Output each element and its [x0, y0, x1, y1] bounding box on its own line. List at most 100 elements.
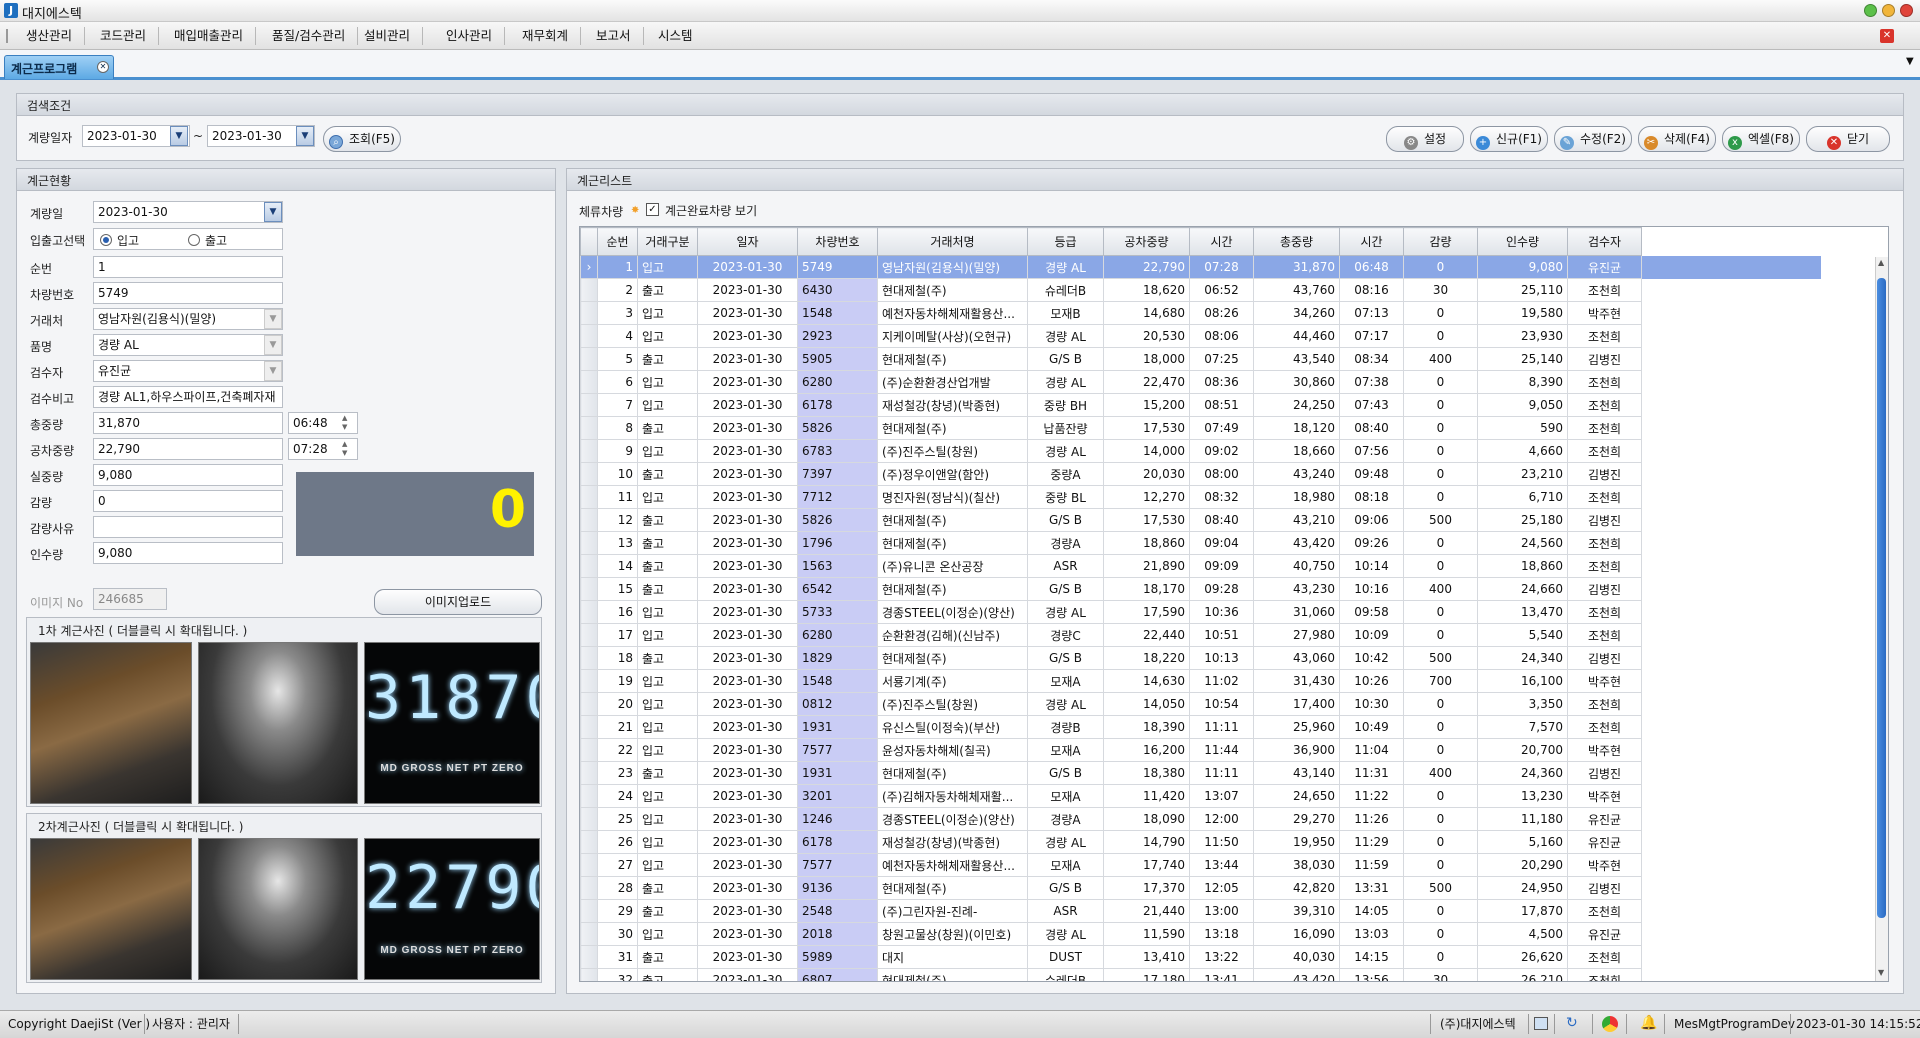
item-field[interactable]: 경량 AL [93, 334, 283, 356]
cell-seq[interactable]: 8 [597, 416, 638, 440]
cell-deduct[interactable]: 0 [1403, 899, 1478, 923]
cell-type[interactable]: 입고 [637, 393, 698, 417]
cell-tare-time[interactable]: 10:54 [1189, 692, 1254, 716]
cell-type[interactable]: 입고 [637, 439, 698, 463]
cell-seq[interactable]: 5 [597, 347, 638, 371]
cell-vehicle[interactable]: 6807 [797, 968, 878, 981]
cell-gross-time[interactable]: 09:26 [1339, 531, 1404, 555]
cell-date[interactable]: 2023-01-30 [697, 393, 798, 417]
cell-gross[interactable]: 43,140 [1253, 761, 1340, 785]
cell-seq[interactable]: 11 [597, 485, 638, 509]
col-header-type[interactable]: 거래구분 [637, 227, 698, 256]
row-header[interactable] [580, 738, 598, 762]
cell-inspector[interactable]: 김병진 [1567, 508, 1642, 532]
cell-tare-time[interactable]: 09:28 [1189, 577, 1254, 601]
cell-inspector[interactable]: 김병진 [1567, 462, 1642, 486]
table-row[interactable]: 27 입고 2023-01-30 7577 예천자동차해체재활용산... 모재A 17,74… [580, 853, 1822, 877]
cell-inspector[interactable]: 김병진 [1567, 577, 1642, 601]
table-row[interactable]: 8 출고 2023-01-30 5826 현대제철(주) 납품잔량 17,530 07:49 1… [580, 416, 1822, 440]
cell-accept[interactable]: 23,930 [1477, 324, 1568, 348]
browser-icon[interactable] [1602, 1016, 1618, 1032]
cell-grade[interactable]: 중량 BL [1027, 485, 1104, 509]
cell-seq[interactable]: 6 [597, 370, 638, 394]
cell-vehicle[interactable]: 1246 [797, 807, 878, 831]
cell-inspector[interactable]: 조천희 [1567, 623, 1642, 647]
table-row[interactable]: 16 입고 2023-01-30 5733 경종STEEL(이정순)(양산) 경량 AL 1… [580, 600, 1822, 624]
cell-vehicle[interactable]: 1931 [797, 761, 878, 785]
cell-tare-time[interactable]: 11:11 [1189, 761, 1254, 785]
cell-deduct[interactable]: 0 [1403, 715, 1478, 739]
cell-date[interactable]: 2023-01-30 [697, 462, 798, 486]
cell-vehicle[interactable]: 5733 [797, 600, 878, 624]
cell-seq[interactable]: 9 [597, 439, 638, 463]
cell-deduct[interactable]: 500 [1403, 646, 1478, 670]
cell-inspector[interactable]: 조천희 [1567, 324, 1642, 348]
cell-inspector[interactable]: 김병진 [1567, 876, 1642, 900]
cell-accept[interactable]: 13,230 [1477, 784, 1568, 808]
table-row[interactable]: 6 입고 2023-01-30 6280 (주)순환환경산업개발 경량 AL 22,470 0… [580, 370, 1822, 394]
cell-deduct[interactable]: 30 [1403, 968, 1478, 981]
cell-gross-time[interactable]: 13:56 [1339, 968, 1404, 981]
cell-seq[interactable]: 30 [597, 922, 638, 946]
cell-gross[interactable]: 43,420 [1253, 968, 1340, 981]
col-header-gross[interactable]: 총중량 [1253, 227, 1340, 256]
cell-inspector[interactable]: 박주현 [1567, 853, 1642, 877]
cell-deduct[interactable]: 0 [1403, 485, 1478, 509]
cell-grade[interactable]: G/S B [1027, 646, 1104, 670]
cell-inspector[interactable]: 조천희 [1567, 945, 1642, 969]
cell-accept[interactable]: 24,360 [1477, 761, 1568, 785]
cell-type[interactable]: 출고 [637, 462, 698, 486]
cell-tare[interactable]: 17,370 [1103, 876, 1190, 900]
cell-vehicle[interactable]: 5826 [797, 508, 878, 532]
cell-date[interactable]: 2023-01-30 [697, 577, 798, 601]
cell-seq[interactable]: 10 [597, 462, 638, 486]
col-header-grade[interactable]: 등급 [1027, 227, 1104, 256]
cell-gross-time[interactable]: 08:18 [1339, 485, 1404, 509]
cell-deduct[interactable]: 0 [1403, 600, 1478, 624]
cell-deduct[interactable]: 0 [1403, 853, 1478, 877]
cell-type[interactable]: 입고 [637, 623, 698, 647]
menu-item-hr[interactable]: 인사관리 [434, 27, 506, 45]
cell-date[interactable]: 2023-01-30 [697, 945, 798, 969]
gross-time-spinner-icon[interactable]: ▲ ▼ [342, 414, 347, 432]
table-row[interactable]: 13 출고 2023-01-30 1796 현대제철(주) 경량A 18,860 09:04 4… [580, 531, 1822, 555]
cell-partner[interactable]: 영남자원(김용식)(밀양) [877, 255, 1028, 279]
cell-tare-time[interactable]: 06:52 [1189, 278, 1254, 302]
cell-grade[interactable]: G/S B [1027, 876, 1104, 900]
cell-inspector[interactable]: 김병진 [1567, 761, 1642, 785]
item-dropdown-icon[interactable]: ▼ [264, 335, 282, 355]
cell-tare[interactable]: 22,470 [1103, 370, 1190, 394]
cell-tare[interactable]: 11,420 [1103, 784, 1190, 808]
row-header[interactable] [580, 715, 598, 739]
cell-deduct[interactable]: 0 [1403, 945, 1478, 969]
cell-grade[interactable]: 경량C [1027, 623, 1104, 647]
cell-seq[interactable]: 7 [597, 393, 638, 417]
cell-seq[interactable]: 21 [597, 715, 638, 739]
row-header[interactable] [580, 577, 598, 601]
cell-inspector[interactable]: 유진균 [1567, 255, 1642, 279]
menu-item-finance[interactable]: 재무회계 [510, 27, 582, 45]
cell-tare[interactable]: 14,000 [1103, 439, 1190, 463]
cell-grade[interactable]: 경량 AL [1027, 439, 1104, 463]
cell-partner[interactable]: 경종STEEL(이정순)(양산) [877, 807, 1028, 831]
table-row[interactable]: 9 입고 2023-01-30 6783 (주)진주스틸(창원) 경량 AL 14,000 0… [580, 439, 1822, 463]
cell-gross-time[interactable]: 10:49 [1339, 715, 1404, 739]
cell-tare-time[interactable]: 07:49 [1189, 416, 1254, 440]
cell-grade[interactable]: 경량 AL [1027, 255, 1104, 279]
cell-partner[interactable]: (주)유니콘 온산공장 [877, 554, 1028, 578]
row-header[interactable] [580, 324, 598, 348]
cell-tare[interactable]: 13,410 [1103, 945, 1190, 969]
table-row[interactable]: 10 출고 2023-01-30 7397 (주)정우이앤알(함안) 중량A 20,030 0… [580, 462, 1822, 486]
cell-gross-time[interactable]: 10:30 [1339, 692, 1404, 716]
cell-tare-time[interactable]: 12:00 [1189, 807, 1254, 831]
cell-accept[interactable]: 18,860 [1477, 554, 1568, 578]
cell-tare-time[interactable]: 07:28 [1189, 255, 1254, 279]
cell-type[interactable]: 입고 [637, 600, 698, 624]
cell-seq[interactable]: 31 [597, 945, 638, 969]
cell-seq[interactable]: 25 [597, 807, 638, 831]
col-header-vehicle[interactable]: 차량번호 [797, 227, 878, 256]
cell-gross-time[interactable]: 10:42 [1339, 646, 1404, 670]
cell-seq[interactable]: 32 [597, 968, 638, 981]
cell-tare[interactable]: 17,530 [1103, 508, 1190, 532]
table-row[interactable]: 24 입고 2023-01-30 3201 (주)김해자동차해체재활... 모재A 11,4… [580, 784, 1822, 808]
